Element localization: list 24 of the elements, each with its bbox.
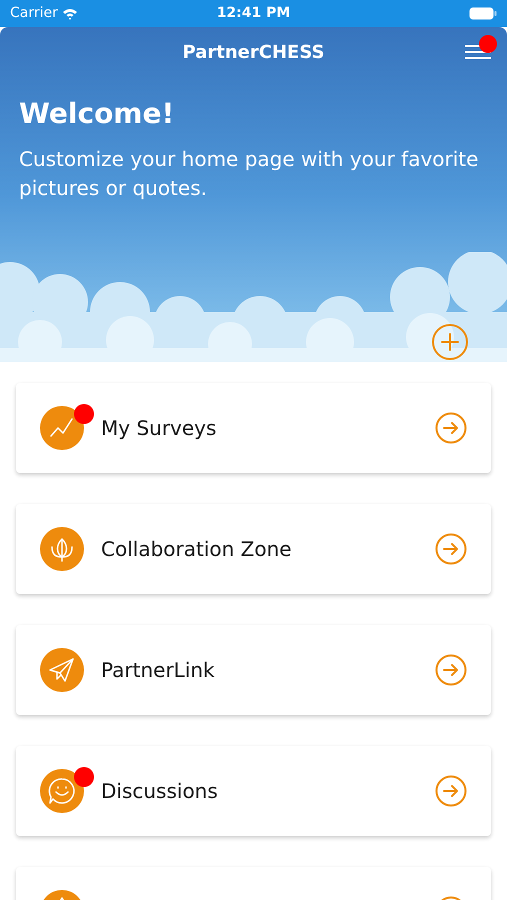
welcome-text: Customize your home page with your favorite pictures or quotes.	[19, 146, 480, 202]
card-label: Collaboration Zone	[101, 536, 293, 563]
menu-card[interactable]: My Surveys	[16, 383, 491, 473]
card-label: My Surveys	[101, 415, 218, 442]
plus-icon	[440, 332, 460, 352]
welcome-heading: Welcome!	[19, 97, 176, 131]
card-label: Discussions	[101, 778, 219, 805]
menu-card[interactable]: Discussions	[16, 746, 491, 836]
arrow-right-icon[interactable]	[435, 775, 467, 807]
menu-card[interactable]: Collaboration Zone	[16, 504, 491, 594]
arrow-right-icon[interactable]	[435, 654, 467, 686]
menu-card[interactable]: PartnerLink	[16, 625, 491, 715]
card-label: PartnerLink	[101, 657, 216, 684]
clock-label: 12:41 PM	[216, 4, 290, 23]
paper-plane-icon	[40, 648, 84, 692]
carrier-label: Carrier	[10, 4, 58, 23]
arrow-right-icon[interactable]	[435, 533, 467, 565]
battery-icon	[469, 7, 498, 20]
app-title: PartnerCHESS	[182, 40, 324, 64]
smiley-chat-icon	[40, 769, 84, 813]
arrow-right-icon[interactable]	[435, 412, 467, 444]
trend-chart-icon	[40, 406, 84, 450]
add-button[interactable]	[432, 324, 468, 360]
wifi-icon	[62, 8, 78, 20]
